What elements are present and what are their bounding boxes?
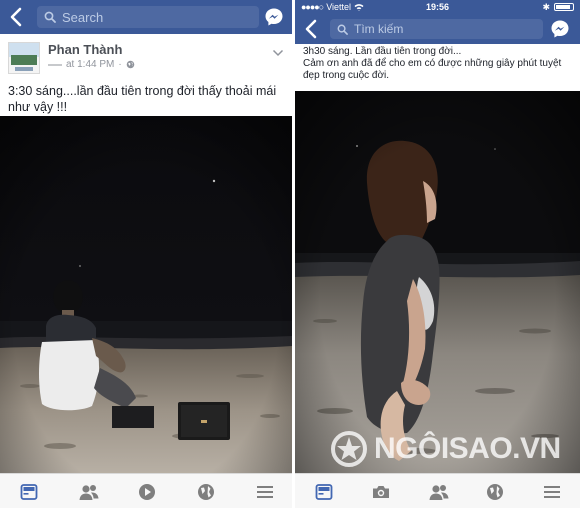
chevron-left-icon [305, 19, 317, 39]
bottom-tab-bar [0, 473, 292, 508]
post-photo[interactable] [295, 91, 580, 474]
search-input[interactable]: Search [37, 6, 259, 28]
search-input[interactable]: Tìm kiếm [330, 19, 543, 39]
post-time[interactable]: at 1:44 PM [66, 59, 114, 70]
chevron-down-icon [272, 49, 284, 57]
post-caption: 3h30 sáng. Lần đầu tiên trong đời... Cảm… [303, 46, 575, 82]
tab-notifications-globe[interactable] [486, 483, 504, 501]
status-time: 19:56 [425, 2, 450, 12]
video-icon [139, 484, 155, 500]
tab-camera[interactable] [372, 483, 390, 501]
post-caption: 3:30 sáng....lần đầu tiên trong đời thấy… [8, 84, 277, 114]
caption-line: đẹp trong cuộc đời. [303, 70, 390, 81]
messenger-icon [551, 20, 569, 38]
search-placeholder: Tìm kiếm [354, 22, 404, 36]
search-icon [337, 24, 348, 35]
search-placeholder: Search [62, 9, 104, 25]
caption-line: Cảm ơn anh đã để cho em có được những gi… [303, 58, 562, 69]
messenger-button[interactable] [264, 7, 284, 27]
camera-icon [373, 486, 389, 498]
post-meta: at 1:44 PM · [48, 59, 135, 70]
post-header: Phan Thành at 1:44 PM · 3:30 sáng....lần… [0, 34, 292, 116]
messenger-icon [265, 8, 283, 26]
battery-icon [554, 3, 574, 11]
tab-menu[interactable] [543, 483, 561, 501]
chevron-left-icon [10, 7, 22, 27]
watermark-logo-icon [331, 431, 367, 467]
globe-icon [198, 484, 214, 500]
status-bar: ●●●●○ Viettel 19:56 ✱ [295, 0, 580, 14]
news-feed-icon [20, 484, 38, 500]
back-button[interactable] [303, 19, 321, 39]
tab-menu[interactable] [256, 483, 274, 501]
meta-divider [48, 63, 62, 66]
globe-icon [487, 484, 503, 500]
watermark: NGÔISAO.VN [330, 430, 561, 468]
tab-news-feed[interactable] [20, 483, 38, 501]
post-photo[interactable] [0, 116, 292, 474]
post-author[interactable]: Phan Thành [48, 42, 122, 57]
facebook-header: ●●●●○ Viettel 19:56 ✱ Tìm kiếm [295, 0, 580, 44]
bottom-tab-bar [295, 473, 580, 508]
tab-friends[interactable] [429, 483, 449, 501]
globe-icon [126, 60, 135, 69]
menu-icon [257, 486, 273, 498]
friends-icon [79, 485, 99, 500]
watermark-text: NGÔISAO.VN [374, 432, 561, 465]
caption-line: 3h30 sáng. Lần đầu tiên trong đời... [303, 46, 462, 57]
left-screenshot: Search Phan Thành at 1:44 PM · 3:30 sáng… [0, 0, 292, 508]
avatar[interactable] [8, 42, 40, 74]
bluetooth-icon: ✱ [542, 2, 550, 12]
facebook-header: Search [0, 0, 292, 34]
tab-video[interactable] [138, 483, 156, 501]
menu-icon [544, 486, 560, 498]
tab-news-feed[interactable] [315, 483, 333, 501]
friends-icon [429, 485, 449, 500]
tab-friends[interactable] [79, 483, 99, 501]
back-button[interactable] [8, 7, 26, 27]
search-icon [44, 11, 56, 23]
news-feed-icon [315, 484, 333, 500]
messenger-button[interactable] [550, 19, 570, 39]
tab-notifications-globe[interactable] [197, 483, 215, 501]
post-options-button[interactable] [272, 44, 284, 62]
